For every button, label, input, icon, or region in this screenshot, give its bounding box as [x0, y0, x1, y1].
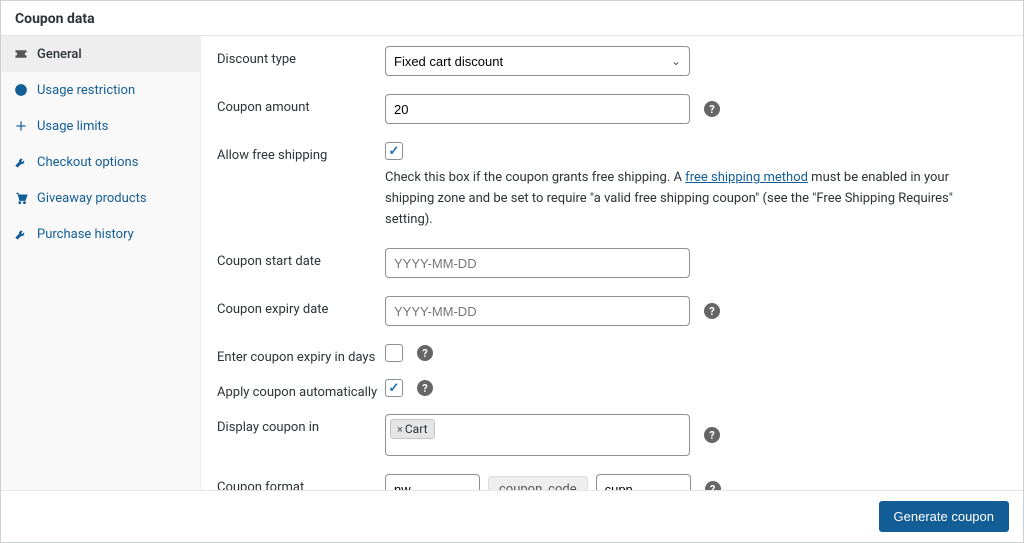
wrench-icon — [13, 154, 29, 170]
discount-type-select[interactable]: Fixed cart discount — [385, 46, 690, 76]
cart-icon — [13, 190, 29, 206]
label-free-shipping: Allow free shipping — [217, 142, 385, 163]
label-discount-type: Discount type — [217, 46, 385, 67]
sidebar-item-giveaway-products[interactable]: Giveaway products — [1, 180, 200, 216]
format-static-code: coupon_code — [488, 476, 588, 490]
main-form: Discount type Fixed cart discount ⌄ Coup… — [201, 36, 1023, 490]
panel-footer: Generate coupon — [1, 490, 1023, 542]
sidebar: General Usage restriction Usage limits C… — [1, 36, 201, 490]
sidebar-item-label: Usage restriction — [37, 83, 135, 98]
sidebar-item-usage-limits[interactable]: Usage limits — [1, 108, 200, 144]
format-prefix-input[interactable] — [385, 474, 480, 490]
ban-icon — [13, 82, 29, 98]
help-icon[interactable]: ? — [417, 345, 433, 361]
chip-label: Cart — [405, 422, 428, 436]
expiry-date-input[interactable] — [385, 296, 690, 326]
label-auto-apply: Apply coupon automatically — [217, 379, 385, 400]
label-expiry-date: Coupon expiry date — [217, 296, 385, 317]
sidebar-item-label: Giveaway products — [37, 191, 147, 206]
auto-apply-checkbox[interactable] — [385, 379, 403, 397]
plus-icon — [13, 118, 29, 134]
remove-chip-icon[interactable]: × — [397, 423, 403, 436]
free-shipping-description: Check this box if the coupon grants free… — [385, 168, 995, 230]
ticket-icon — [13, 46, 29, 62]
label-coupon-format: Coupon format — [217, 474, 385, 490]
sidebar-item-label: General — [37, 47, 82, 62]
sidebar-item-label: Usage limits — [37, 119, 108, 134]
help-icon[interactable]: ? — [704, 303, 720, 319]
sidebar-item-purchase-history[interactable]: Purchase history — [1, 216, 200, 252]
display-in-chip: × Cart — [390, 419, 435, 439]
label-start-date: Coupon start date — [217, 248, 385, 269]
help-icon[interactable]: ? — [417, 380, 433, 396]
free-shipping-method-link[interactable]: free shipping method — [685, 170, 808, 185]
coupon-amount-input[interactable] — [385, 94, 690, 124]
label-display-in: Display coupon in — [217, 414, 385, 435]
sidebar-item-checkout-options[interactable]: Checkout options — [1, 144, 200, 180]
start-date-input[interactable] — [385, 248, 690, 278]
label-expiry-days: Enter coupon expiry in days — [217, 344, 385, 365]
format-suffix-input[interactable] — [596, 474, 691, 490]
expiry-days-checkbox[interactable] — [385, 344, 403, 362]
help-icon[interactable]: ? — [704, 427, 720, 443]
help-icon[interactable]: ? — [705, 481, 721, 490]
sidebar-item-label: Purchase history — [37, 227, 134, 242]
panel-header: Coupon data — [1, 1, 1023, 36]
display-in-field[interactable]: × Cart — [385, 414, 690, 456]
sidebar-item-general[interactable]: General — [1, 36, 200, 72]
wrench-icon — [13, 226, 29, 242]
sidebar-item-usage-restriction[interactable]: Usage restriction — [1, 72, 200, 108]
free-shipping-checkbox[interactable] — [385, 142, 403, 160]
label-coupon-amount: Coupon amount — [217, 94, 385, 115]
sidebar-item-label: Checkout options — [37, 155, 138, 170]
generate-coupon-button[interactable]: Generate coupon — [879, 501, 1009, 532]
panel-title: Coupon data — [15, 11, 1009, 27]
help-icon[interactable]: ? — [704, 101, 720, 117]
